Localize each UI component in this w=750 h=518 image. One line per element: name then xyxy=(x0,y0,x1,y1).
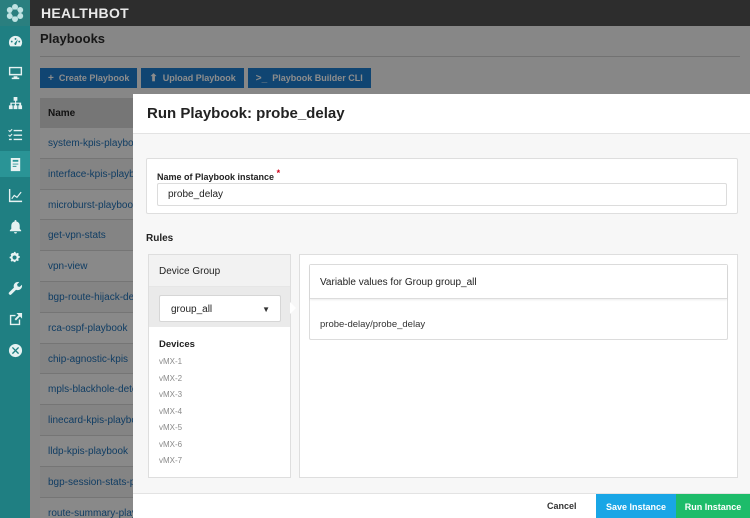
device-group-panel: Device Group group_all ▼ Devices vMX-1 v… xyxy=(148,254,291,478)
settings-gears-icon[interactable] xyxy=(0,244,30,270)
rule-item[interactable]: probe-delay/probe_delay xyxy=(320,319,425,330)
topology-icon[interactable] xyxy=(0,90,30,116)
selection-pointer xyxy=(290,302,296,314)
device-group-title: Device Group xyxy=(159,266,221,277)
device-group-selected-row: group_all ▼ xyxy=(149,287,290,327)
instance-name-input[interactable] xyxy=(157,183,727,206)
run-playbook-modal: Run Playbook: probe_delay Name of Playbo… xyxy=(133,94,750,518)
modal-footer: Cancel Save Instance Run Instance xyxy=(133,493,750,518)
device-group-select[interactable]: group_all ▼ xyxy=(159,295,281,322)
variables-title: Variable values for Group group_all xyxy=(320,277,477,288)
dashboard-icon[interactable] xyxy=(0,28,30,54)
app-brand: HEALTHBOT xyxy=(41,5,129,21)
instance-name-card: Name of Playbook instance * xyxy=(146,158,738,214)
cancel-button[interactable]: Cancel xyxy=(547,501,577,511)
device-group-value: group_all xyxy=(171,304,213,315)
device-list: vMX-1 vMX-2 vMX-3 vMX-4 vMX-5 vMX-6 vMX-… xyxy=(159,357,182,473)
list-item: vMX-3 xyxy=(159,390,183,399)
alert-bell-icon[interactable] xyxy=(0,213,30,239)
list-item: vMX-4 xyxy=(159,406,183,416)
chart-icon[interactable] xyxy=(0,182,30,208)
list-item: vMX-1 xyxy=(159,357,183,366)
rules-label: Rules xyxy=(146,233,174,244)
required-marker: * xyxy=(276,168,281,178)
wrench-icon[interactable] xyxy=(0,275,30,301)
list-item: vMX-5 xyxy=(159,423,183,432)
run-instance-button[interactable]: Run Instance xyxy=(676,494,750,518)
monitor-icon[interactable] xyxy=(0,59,30,85)
close-circle-icon[interactable] xyxy=(0,337,30,363)
variables-card: Variable values for Group group_all prob… xyxy=(309,264,728,340)
variables-panel: Variable values for Group group_all prob… xyxy=(299,254,738,478)
instance-name-label: Name of Playbook instance * xyxy=(157,168,281,182)
sidebar xyxy=(0,26,30,518)
modal-header: Run Playbook: probe_delay xyxy=(133,94,750,134)
caret-down-icon: ▼ xyxy=(262,305,270,314)
list-item: vMX-2 xyxy=(159,373,183,383)
modal-title: Run Playbook: probe_delay xyxy=(147,105,345,122)
playbook-icon[interactable] xyxy=(0,151,30,177)
list-item: vMX-6 xyxy=(159,439,183,449)
external-link-icon[interactable] xyxy=(0,306,30,332)
device-group-header: Device Group xyxy=(149,255,290,287)
devices-title: Devices xyxy=(159,339,195,350)
list-item: vMX-7 xyxy=(159,456,183,465)
checklist-icon[interactable] xyxy=(0,121,30,147)
save-instance-button[interactable]: Save Instance xyxy=(596,494,676,518)
top-bar: HEALTHBOT xyxy=(0,0,750,26)
variables-header: Variable values for Group group_all xyxy=(310,265,727,299)
healthbot-logo-icon[interactable] xyxy=(0,0,30,26)
